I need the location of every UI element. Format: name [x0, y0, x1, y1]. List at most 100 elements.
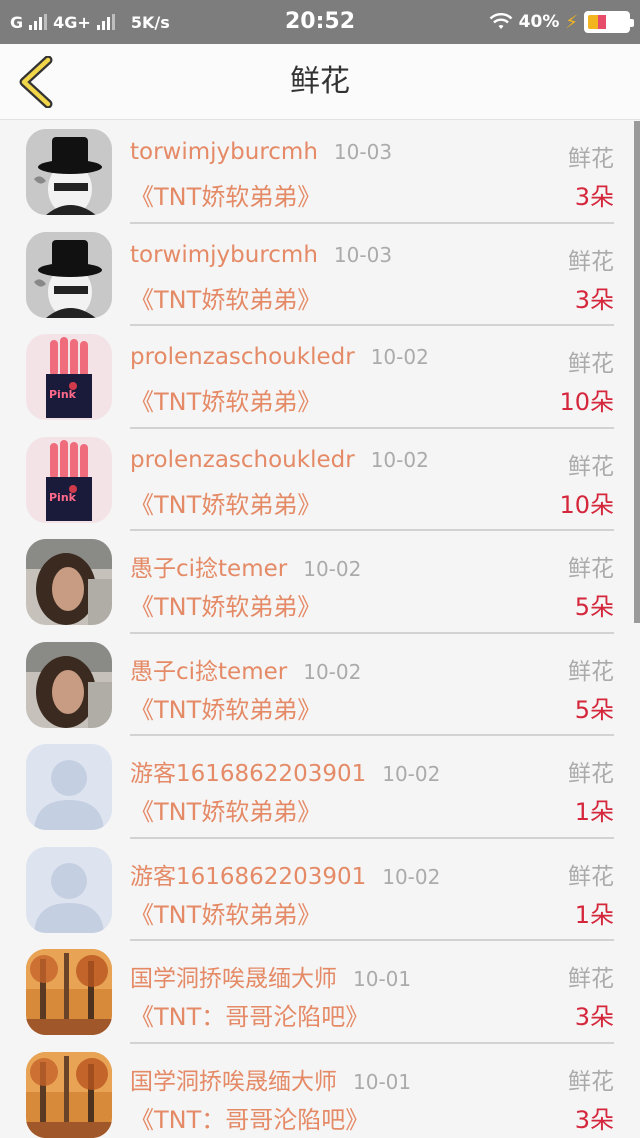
gift-type: 鲜花	[568, 1068, 614, 1095]
gift-type: 鲜花	[568, 453, 614, 480]
date: 10-02	[382, 864, 441, 889]
username[interactable]: torwimjyburcmh	[130, 139, 318, 165]
book-title[interactable]: 《TNT娇软弟弟》	[130, 280, 321, 315]
date: 10-01	[353, 1069, 412, 1094]
date: 10-02	[303, 557, 362, 581]
user-line: 国学洞挢唉晟缅大师 10-01	[130, 959, 411, 993]
battery-percent: 40%	[518, 12, 560, 32]
username[interactable]: prolenzaschoukledr	[130, 344, 355, 370]
list-item[interactable]: 国学洞挢唉晟缅大师 10-01 鲜花《TNT：哥哥沦陷吧》 3朵	[0, 1044, 640, 1138]
charging-icon: ⚡	[565, 11, 578, 33]
date: 10-02	[303, 659, 362, 684]
battery-icon	[584, 11, 634, 33]
book-title[interactable]: 《TNT娇软弟弟》	[130, 895, 321, 930]
record-content: torwimjyburcmh 10-03 鲜花《TNT娇软弟弟》 3朵	[130, 224, 614, 326]
record-content: 国学洞挢唉晟缅大师 10-01 鲜花《TNT：哥哥沦陷吧》 3朵	[130, 1044, 614, 1138]
record-content: 愚子ci捻temer 10-02 鲜花《TNT娇软弟弟》 5朵	[130, 634, 614, 736]
gift-type: 鲜花	[568, 966, 614, 992]
user-line: 游客1616862203901 10-02	[130, 857, 440, 891]
book-title[interactable]: 《TNT娇软弟弟》	[130, 382, 321, 417]
book-title[interactable]: 《TNT娇软弟弟》	[130, 690, 321, 725]
app-header: 鲜花	[0, 44, 640, 120]
gift-type: 鲜花	[568, 863, 614, 890]
list-item[interactable]: 愚子ci捻temer 10-02 鲜花《TNT娇软弟弟》 5朵	[0, 634, 640, 736]
gift-count: 3朵	[574, 285, 614, 314]
user-line: prolenzaschoukledr 10-02	[130, 447, 429, 473]
username[interactable]: 愚子ci捻temer	[130, 556, 287, 582]
record-content: prolenzaschoukledr 10-02 鲜花《TNT娇软弟弟》 10朵	[130, 429, 614, 531]
list-item[interactable]: Pink prolenzaschoukledr 10-02 鲜花《TNT娇软弟弟》 10…	[0, 326, 640, 429]
list-item[interactable]: torwimjyburcmh 10-03 鲜花《TNT娇软弟弟》 3朵	[0, 121, 640, 224]
date: 10-02	[382, 762, 441, 786]
gift-count: 10朵	[559, 490, 614, 519]
user-line: prolenzaschoukledr 10-02	[130, 344, 429, 370]
user-line: 游客1616862203901 10-02	[130, 754, 440, 788]
user-line: 愚子ci捻temer 10-02	[130, 549, 361, 583]
gift-count: 3朵	[574, 1105, 614, 1134]
record-content: 国学洞挢唉晟缅大师 10-01 鲜花《TNT：哥哥沦陷吧》 3朵	[130, 941, 614, 1044]
record-content: torwimjyburcmh 10-03 鲜花《TNT娇软弟弟》 3朵	[130, 121, 614, 224]
username[interactable]: prolenzaschoukledr	[130, 447, 355, 473]
record-content: 愚子ci捻temer 10-02 鲜花《TNT娇软弟弟》 5朵	[130, 531, 614, 634]
username[interactable]: 游客1616862203901	[130, 761, 366, 787]
avatar[interactable]: Pink	[26, 334, 112, 420]
username[interactable]: 国学洞挢唉晟缅大师	[130, 966, 337, 992]
scrollbar[interactable]	[634, 121, 640, 623]
battery-level-mark	[598, 15, 606, 29]
avatar[interactable]	[26, 1051, 112, 1138]
user-line: torwimjyburcmh 10-03	[130, 242, 392, 268]
list-item[interactable]: 愚子ci捻temer 10-02 鲜花《TNT娇软弟弟》 5朵	[0, 531, 640, 634]
record-content: 游客1616862203901 10-02 鲜花《TNT娇软弟弟》 1朵	[130, 839, 614, 941]
gift-type: 鲜花	[568, 658, 614, 685]
username[interactable]: torwimjyburcmh	[130, 242, 318, 268]
book-title[interactable]: 《TNT娇软弟弟》	[130, 485, 321, 520]
list-item[interactable]: Pink prolenzaschoukledr 10-02 鲜花《TNT娇软弟弟》 10…	[0, 429, 640, 531]
date: 10-03	[333, 140, 393, 164]
gift-count: 5朵	[574, 593, 614, 621]
avatar[interactable]	[26, 231, 112, 318]
gift-type: 鲜花	[568, 248, 614, 275]
wifi-icon	[489, 13, 512, 29]
gift-count: 5朵	[574, 695, 614, 724]
avatar[interactable]	[26, 129, 112, 215]
list-item[interactable]: 游客1616862203901 10-02 鲜花《TNT娇软弟弟》 1朵	[0, 839, 640, 941]
book-title[interactable]: 《TNT娇软弟弟》	[130, 587, 321, 622]
list-item[interactable]: 国学洞挢唉晟缅大师 10-01 鲜花《TNT：哥哥沦陷吧》 3朵	[0, 941, 640, 1044]
record-content: prolenzaschoukledr 10-02 鲜花《TNT娇软弟弟》 10朵	[130, 326, 614, 429]
gift-count: 3朵	[574, 1003, 614, 1031]
avatar[interactable]: Pink	[26, 436, 112, 523]
user-line: torwimjyburcmh 10-03	[130, 139, 392, 165]
gift-count: 10朵	[559, 388, 614, 416]
avatar[interactable]	[26, 641, 112, 728]
status-bar: G 4G+ 5K/s 20:52 40% ⚡	[0, 0, 640, 44]
book-title[interactable]: 《TNT娇软弟弟》	[130, 177, 321, 212]
username[interactable]: 愚子ci捻temer	[130, 659, 287, 685]
user-line: 国学洞挢唉晟缅大师 10-01	[130, 1062, 411, 1096]
date: 10-02	[370, 345, 429, 369]
book-title[interactable]: 《TNT：哥哥沦陷吧》	[130, 1100, 369, 1135]
list-item[interactable]: torwimjyburcmh 10-03 鲜花《TNT娇软弟弟》 3朵	[0, 224, 640, 326]
gift-type: 鲜花	[568, 146, 614, 172]
gift-record-list: torwimjyburcmh 10-03 鲜花 《TNT娇软弟弟》 3朵 torwimjy…	[0, 121, 640, 1138]
date: 10-01	[353, 967, 412, 991]
record-content: 游客1616862203901 10-02 鲜花 《TNT娇软弟弟》 1朵	[130, 736, 614, 839]
avatar[interactable]	[26, 539, 112, 625]
book-title[interactable]: 《TNT娇软弟弟》	[130, 792, 321, 827]
list-item[interactable]: 游客1616862203901 10-02 鲜花 《TNT娇软弟弟》 1朵	[0, 736, 640, 839]
avatar[interactable]	[26, 846, 112, 933]
username[interactable]: 国学洞挢唉晟缅大师	[130, 1069, 337, 1095]
gift-count: 1朵	[574, 900, 614, 929]
book-title[interactable]: 《TNT：哥哥沦陷吧》	[130, 997, 369, 1032]
user-line: 愚子ci捻temer 10-02	[130, 652, 361, 686]
gift-count: 3朵	[574, 183, 614, 211]
gift-type: 鲜花	[568, 556, 614, 582]
gift-type: 鲜花	[568, 761, 614, 787]
avatar[interactable]	[26, 949, 112, 1035]
date: 10-02	[370, 447, 429, 472]
page-title: 鲜花	[290, 64, 350, 99]
status-right: 40% ⚡	[489, 0, 634, 44]
gift-type: 鲜花	[568, 351, 614, 377]
date: 10-03	[333, 242, 393, 267]
avatar[interactable]	[26, 744, 112, 830]
username[interactable]: 游客1616862203901	[130, 864, 366, 890]
